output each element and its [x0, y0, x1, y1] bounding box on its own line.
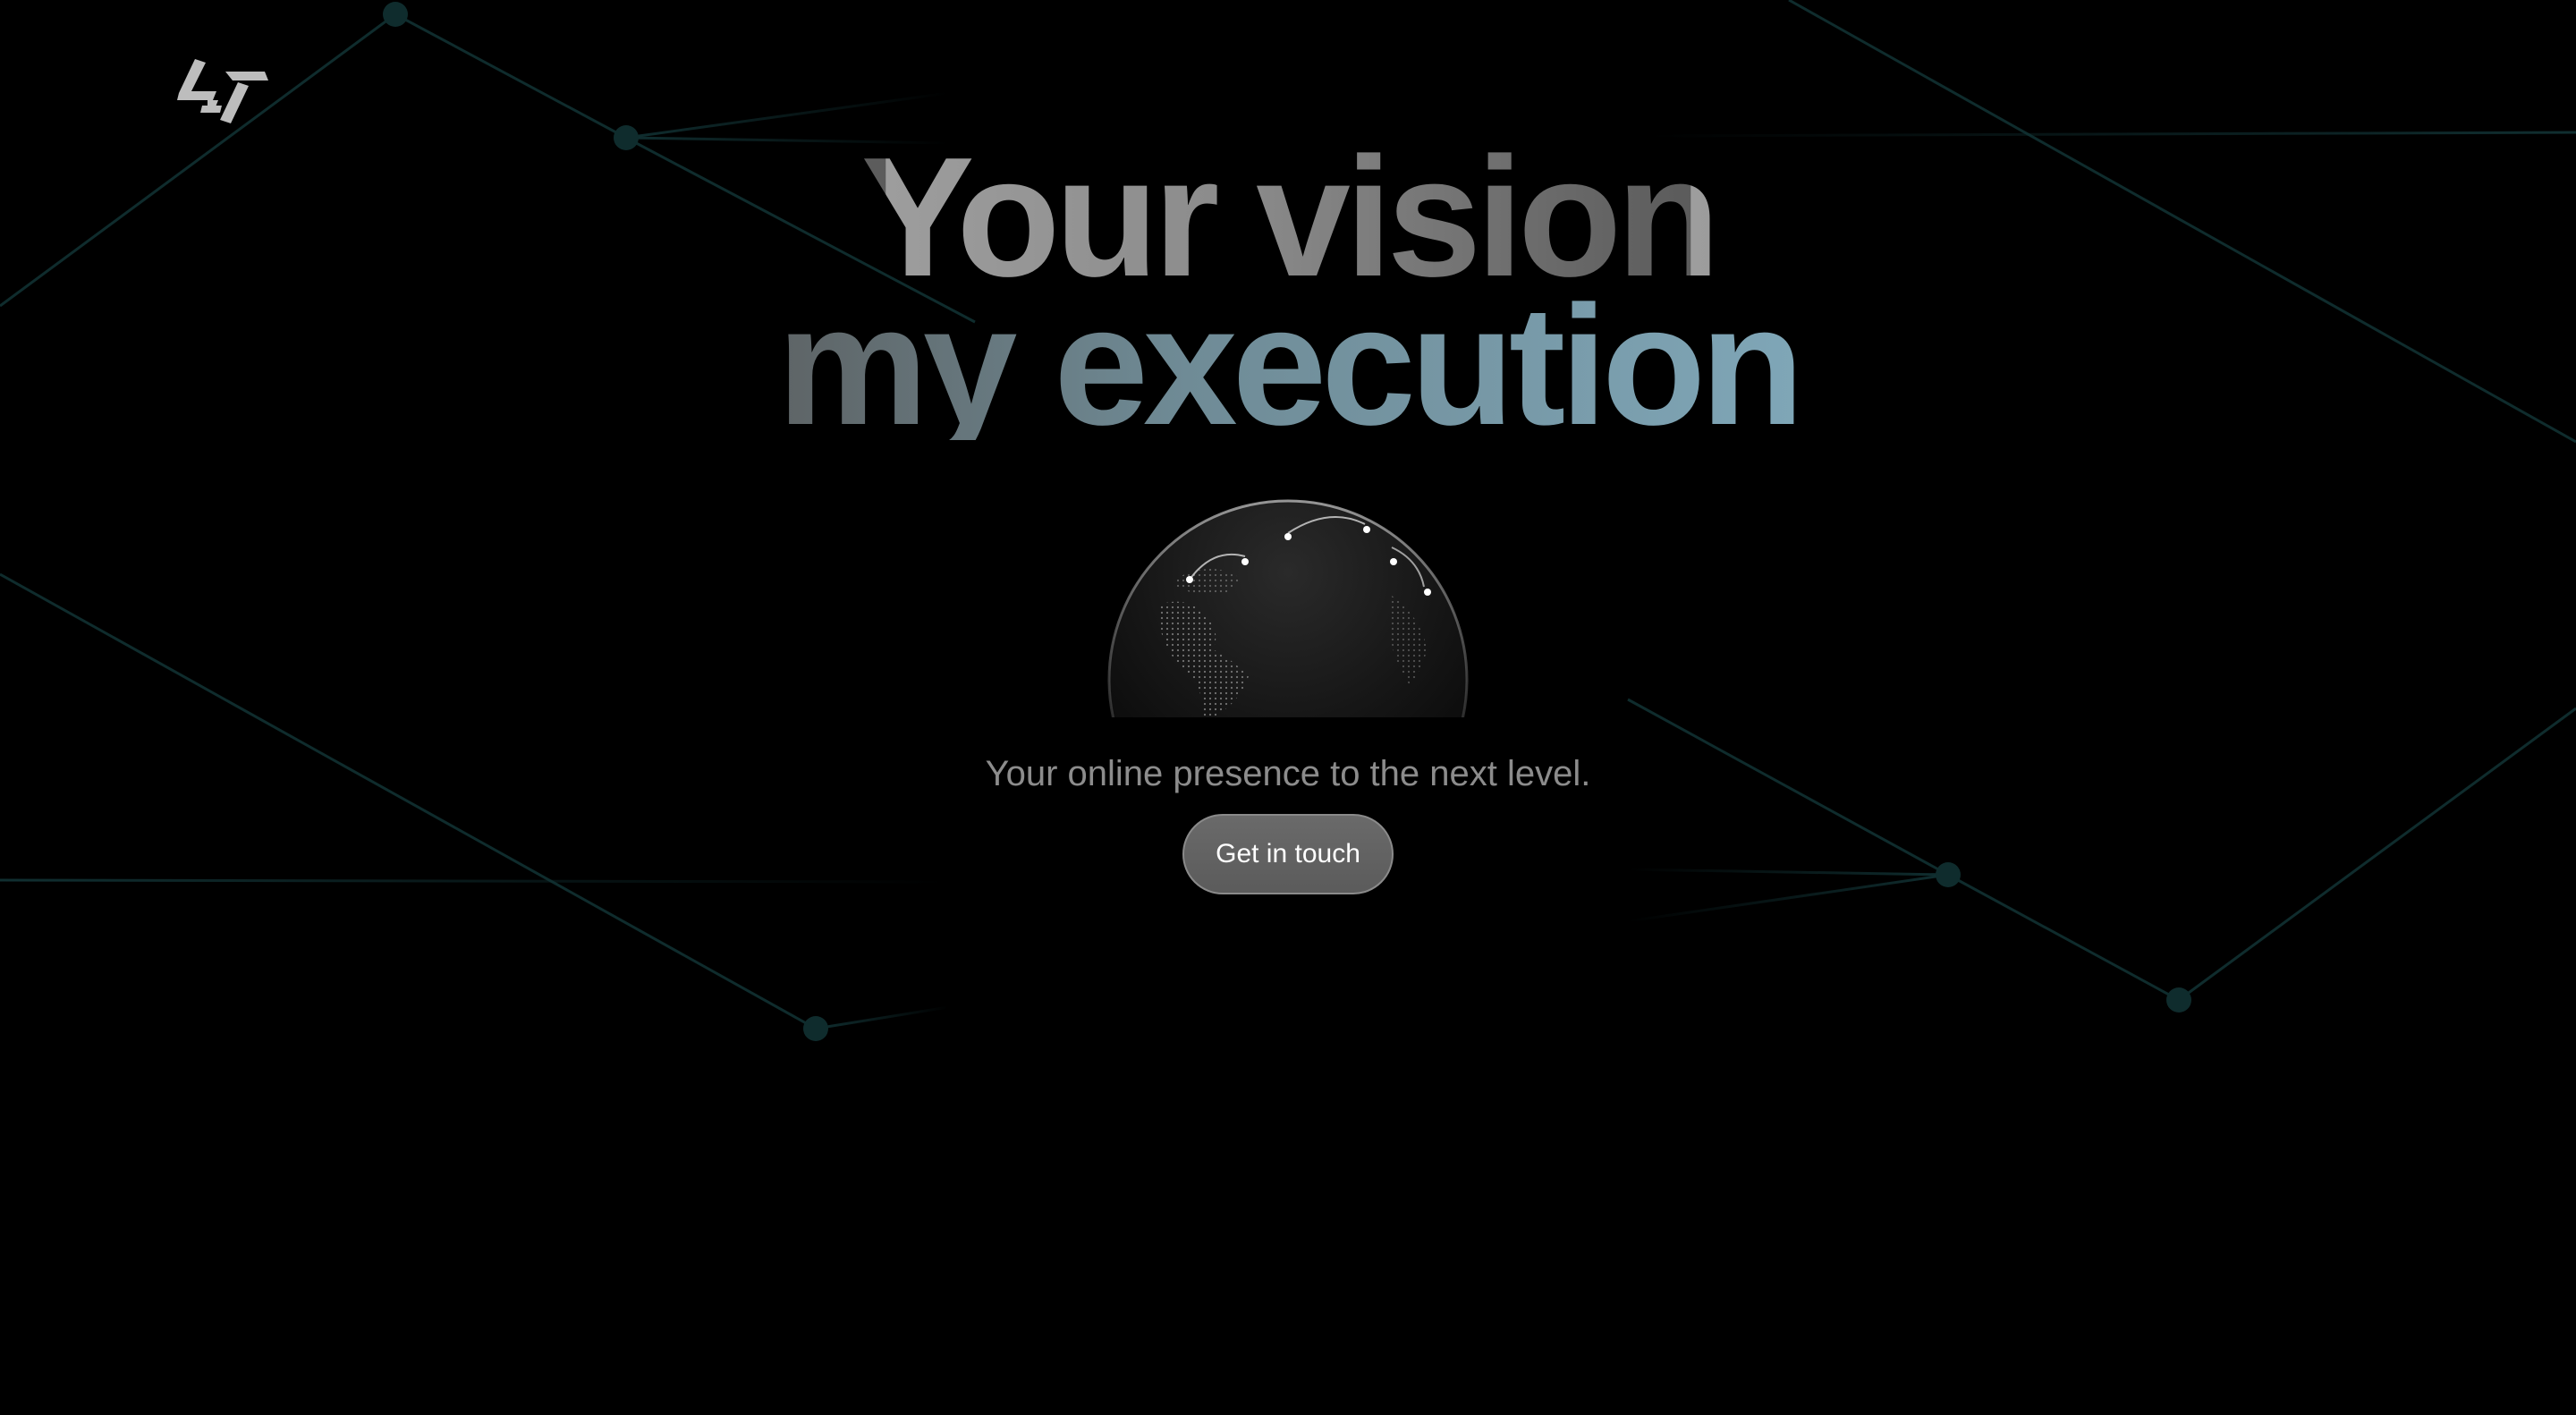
- globe-point: [1390, 558, 1397, 565]
- get-in-touch-button[interactable]: Get in touch: [1182, 814, 1394, 894]
- network-line: [815, 1005, 949, 1030]
- network-node: [2166, 987, 2191, 1013]
- network-line: [0, 878, 949, 884]
- globe-point: [1241, 558, 1249, 565]
- globe-icon: [1107, 499, 1469, 717]
- globe-point: [1284, 533, 1292, 540]
- network-line: [1645, 131, 2576, 138]
- network-node: [383, 2, 408, 27]
- headline-line-1: Your vision: [860, 123, 1721, 312]
- network-line: [1947, 873, 2180, 1002]
- hero-headline: Your vision my execution: [0, 123, 2576, 461]
- network-line: [394, 13, 627, 140]
- globe-point: [1363, 526, 1370, 533]
- globe-point: [1186, 576, 1193, 583]
- headline-line-2: my execution: [776, 271, 1804, 461]
- network-node: [803, 1016, 828, 1041]
- hero-tagline: Your online presence to the next level.: [985, 754, 1591, 793]
- globe-point: [1424, 589, 1431, 596]
- network-line: [1627, 873, 1949, 923]
- network-line: [1627, 868, 1949, 877]
- zigzag-logo-icon[interactable]: [175, 59, 268, 127]
- network-line: [0, 572, 817, 1030]
- network-node: [1936, 862, 1961, 887]
